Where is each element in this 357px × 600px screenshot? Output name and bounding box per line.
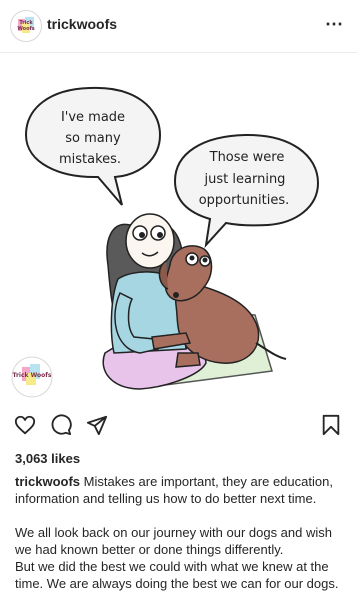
- post-caption: trickwoofs Mistakes are important, they …: [15, 473, 345, 592]
- more-options-icon[interactable]: ⋯: [325, 14, 344, 35]
- watermark-text: Trick Woofs: [13, 372, 52, 379]
- likes-count[interactable]: 3,063 likes: [15, 451, 80, 466]
- bubble-right-line-3: opportunities.: [199, 193, 290, 208]
- post-username[interactable]: trickwoofs: [47, 16, 117, 32]
- speech-bubble-right: Those were just learning opportunities.: [173, 133, 320, 249]
- bubble-left-line-1: I've made: [61, 110, 125, 125]
- post-header: Trick Woofs trickwoofs ⋯: [0, 0, 357, 53]
- girl-face: [125, 213, 175, 269]
- bubble-left-line-2: so many: [65, 131, 121, 146]
- caption-paragraph-3: But we did the best we could with what w…: [15, 559, 339, 591]
- post-image[interactable]: I've made so many mistakes. Those were j…: [0, 53, 357, 405]
- speech-bubble-left: I've made so many mistakes.: [24, 86, 162, 206]
- bookmark-icon[interactable]: [321, 414, 341, 436]
- post-actions: [0, 414, 357, 444]
- illustration: I've made so many mistakes. Those were j…: [11, 86, 320, 398]
- caption-username[interactable]: trickwoofs: [15, 474, 80, 489]
- profile-avatar[interactable]: Trick Woofs: [10, 10, 42, 42]
- svg-text:Woofs: Woofs: [17, 26, 34, 32]
- comment-icon[interactable]: [50, 414, 72, 436]
- watermark-logo: Trick Woofs: [11, 356, 53, 398]
- bubble-left-line-3: mistakes.: [59, 152, 121, 167]
- send-icon[interactable]: [86, 414, 108, 436]
- avatar-logo-icon: Trick Woofs: [17, 17, 35, 33]
- bubble-right-line-2: just learning: [204, 172, 286, 187]
- heart-icon[interactable]: [14, 414, 36, 436]
- bubble-right-line-1: Those were: [209, 150, 285, 165]
- caption-paragraph-2: We all look back on our journey with our…: [15, 525, 332, 557]
